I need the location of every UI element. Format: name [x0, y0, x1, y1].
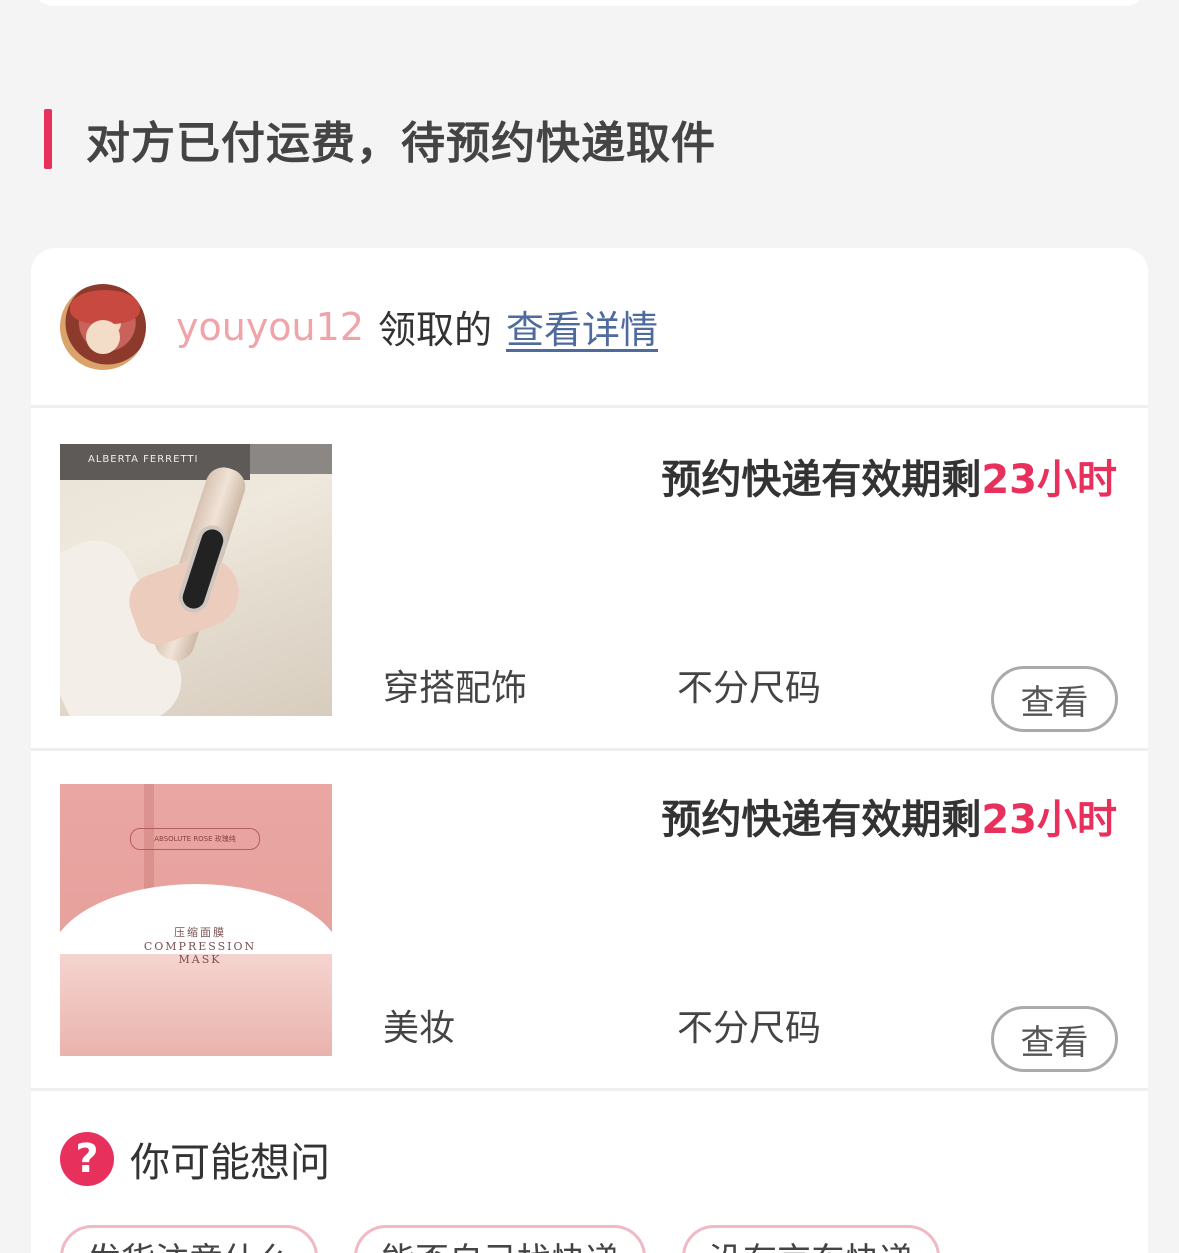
view-button[interactable]: 查看: [991, 1006, 1118, 1072]
faq-chip-no-jd-express[interactable]: 没有京东快递: [682, 1225, 940, 1253]
avatar[interactable]: [60, 283, 146, 370]
faq-section: ? 你可能想问 发货注意什么 能否自己找快递 没有京东快递: [31, 1090, 1148, 1253]
product-image-watch[interactable]: ALBERTA FERRETTI: [60, 444, 332, 716]
question-icon: ?: [60, 1132, 114, 1186]
list-item: ALBERTA FERRETTI 预约快递有效期剩23小时 穿搭配饰 不分尺码 …: [31, 411, 1148, 751]
image-brand: ABSOLUTE ROSE 玫瑰纯: [130, 828, 260, 850]
list-item: ABSOLUTE ROSE 玫瑰纯 压缩面膜 COMPRESSION MASK …: [31, 751, 1148, 1091]
faq-header: ? 你可能想问: [60, 1130, 330, 1188]
faq-chip-shipping-notes[interactable]: 发货注意什么: [60, 1225, 318, 1253]
pickup-deadline: 预约快递有效期剩23小时: [661, 797, 1117, 843]
view-details-link[interactable]: 查看详情: [506, 299, 658, 354]
deadline-value: 23小时: [981, 797, 1117, 843]
claim-username[interactable]: youyou12: [176, 305, 364, 349]
faq-chips: 发货注意什么 能否自己找快递 没有京东快递: [60, 1225, 976, 1253]
claim-row: youyou12 领取的 查看详情: [31, 248, 1148, 408]
section-accent-bar: [44, 109, 52, 169]
order-card: youyou12 领取的 查看详情 ALBERTA FERRETTI 预约快递有…: [31, 248, 1148, 1253]
claim-text: 领取的: [378, 308, 493, 352]
pickup-deadline: 预约快递有效期剩23小时: [661, 457, 1117, 503]
item-category: 穿搭配饰: [383, 668, 528, 709]
image-caption: 压缩面膜 COMPRESSION MASK: [143, 926, 257, 966]
deadline-value: 23小时: [981, 457, 1117, 503]
section-header: 对方已付运费，待预约快递取件: [44, 108, 716, 170]
faq-chip-own-courier[interactable]: 能否自己找快递: [354, 1225, 646, 1253]
item-size: 不分尺码: [677, 668, 822, 709]
faq-title: 你可能想问: [130, 1140, 330, 1186]
item-category: 美妆: [383, 1008, 456, 1049]
item-size: 不分尺码: [677, 1008, 822, 1049]
view-button[interactable]: 查看: [991, 666, 1118, 732]
product-image-mask[interactable]: ABSOLUTE ROSE 玫瑰纯 压缩面膜 COMPRESSION MASK: [60, 784, 332, 1056]
previous-card: [31, 0, 1148, 6]
section-title: 对方已付运费，待预约快递取件: [86, 118, 716, 169]
